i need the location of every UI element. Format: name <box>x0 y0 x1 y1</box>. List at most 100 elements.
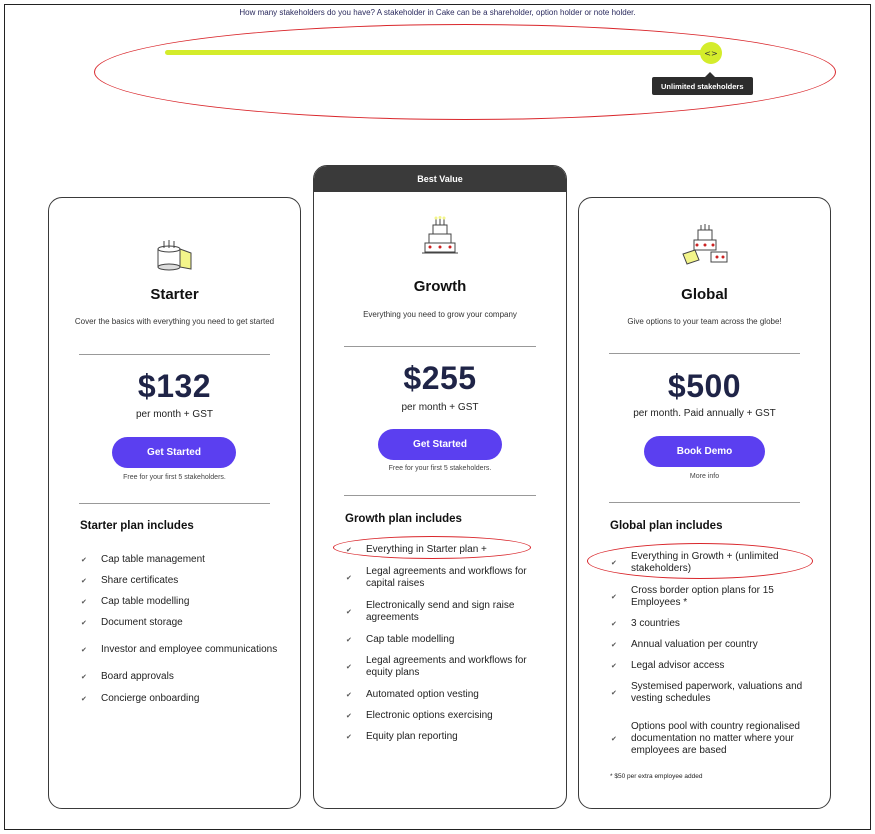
includes-title: Global plan includes <box>610 520 723 532</box>
check-icon: ✔ <box>81 694 87 703</box>
check-icon: ✔ <box>346 663 352 671</box>
feature-text: Investor and employee communications <box>101 643 278 655</box>
list-item: ✔ Legal advisor access <box>611 655 816 676</box>
plan-name: Global <box>681 286 728 303</box>
plan-card-starter: Starter Cover the basics with everything… <box>48 197 301 809</box>
divider <box>79 354 270 355</box>
price-period: per month. Paid annually + GST <box>633 408 776 419</box>
list-item: ✔ Cross border option plans for 15 Employ… <box>611 580 816 613</box>
feature-text: Cap table modelling <box>101 595 190 607</box>
plan-price: $500 <box>667 368 742 404</box>
book-demo-button[interactable]: Book Demo <box>644 436 765 467</box>
plan-card-growth: Best Value Growth Everything you need to… <box>313 165 567 809</box>
check-icon: ✔ <box>611 661 617 670</box>
check-icon: ✔ <box>346 711 352 720</box>
check-icon: ✔ <box>611 559 617 567</box>
feature-text: Electronic options exercising <box>366 709 493 721</box>
cta-note: Free for your first 5 stakeholders. <box>388 465 492 472</box>
small-cake-icon <box>157 240 192 271</box>
feature-text: Share certificates <box>101 574 179 586</box>
list-item: ✔ Document storage <box>81 612 286 633</box>
check-icon: ✔ <box>611 619 617 628</box>
plan-description: Cover the basics with everything you nee… <box>74 317 275 326</box>
check-icon: ✔ <box>81 576 87 585</box>
list-item: ✔ Investor and employee communications <box>81 633 286 666</box>
feature-text: Systemised paperwork, valuations and ves… <box>631 681 803 704</box>
feature-text: Concierge onboarding <box>101 692 200 704</box>
feature-text: Automated option vesting <box>366 688 479 700</box>
best-value-badge: Best Value <box>314 166 566 192</box>
list-item: ✔ Automated option vesting <box>346 684 552 705</box>
list-item: ✔ Cap table modelling <box>346 629 552 650</box>
divider <box>344 346 536 347</box>
feature-text: Document storage <box>101 616 183 628</box>
price-period: per month + GST <box>136 409 213 420</box>
list-item: ✔ Concierge onboarding <box>81 688 286 709</box>
cta-note: Free for your first 5 stakeholders. <box>123 474 226 481</box>
check-icon: ✔ <box>346 574 352 582</box>
list-item: ✔ Legal agreements and workflows for capi… <box>346 561 552 595</box>
plan-description: Give options to your team across the glo… <box>627 317 782 326</box>
feature-list: ✔ Everything in Growth + (unlimited stake… <box>611 546 816 768</box>
feature-text: Legal agreements and workflows for equit… <box>366 655 527 678</box>
feature-text: Equity plan reporting <box>366 730 458 742</box>
plan-card-global: Global Give options to your team across … <box>578 197 831 809</box>
feature-text: Everything in Starter plan + <box>366 544 487 555</box>
plan-name: Starter <box>150 286 199 303</box>
feature-text: Options pool with country regionalised d… <box>631 721 800 756</box>
check-icon: ✔ <box>81 555 87 564</box>
includes-title: Growth plan includes <box>345 513 462 525</box>
list-item: ✔ 3 countries <box>611 613 816 634</box>
feature-text: Electronically send and sign raise agree… <box>366 600 515 623</box>
list-item: ✔ Electronically send and sign raise agre… <box>346 595 552 629</box>
footnote: * $50 per extra employee added <box>610 773 703 780</box>
feature-text: Legal advisor access <box>631 659 725 671</box>
slider-value-tooltip: Unlimited stakeholders <box>652 72 753 95</box>
plan-description: Everything you need to grow your company <box>363 310 517 319</box>
divider <box>609 353 800 354</box>
check-icon: ✔ <box>81 673 87 681</box>
check-icon: ✔ <box>611 640 617 649</box>
check-icon: ✔ <box>81 597 87 606</box>
list-item: ✔ Everything in Starter plan + <box>346 539 552 561</box>
list-item: ✔ Cap table modelling <box>81 591 286 612</box>
check-icon: ✔ <box>346 546 352 554</box>
feature-text: Everything in Growth + (unlimited stakeh… <box>631 551 779 574</box>
price-period: per month + GST <box>401 402 479 413</box>
tiered-cake-icon <box>422 216 458 254</box>
list-item: ✔ Equity plan reporting <box>346 726 552 747</box>
feature-list: ✔ Everything in Starter plan + ✔ Legal agr… <box>346 539 552 747</box>
list-item: ✔ Legal agreements and workflows for equi… <box>346 650 552 684</box>
divider <box>344 495 536 496</box>
stakeholder-question: How many stakeholders do you have? A sta… <box>239 8 636 17</box>
list-item: ✔ Options pool with country regionalised … <box>611 710 816 768</box>
list-item: ✔ Share certificates <box>81 570 286 591</box>
plan-name: Growth <box>413 278 467 295</box>
includes-title: Starter plan includes <box>80 520 194 532</box>
multiple-cakes-icon <box>682 224 728 265</box>
check-icon: ✔ <box>611 689 617 697</box>
list-item: ✔ Electronic options exercising <box>346 705 552 726</box>
feature-text: Board approvals <box>101 671 174 682</box>
list-item: ✔ Annual valuation per country <box>611 634 816 655</box>
feature-text: Cross border option plans for 15 Employe… <box>631 584 774 608</box>
feature-list: ✔ Cap table management ✔ Share certificate… <box>81 549 286 709</box>
list-item: ✔ Cap table management <box>81 549 286 570</box>
get-started-button[interactable]: Get Started <box>112 437 236 468</box>
feature-text: 3 countries <box>631 617 680 629</box>
stakeholder-slider-track[interactable] <box>165 50 715 55</box>
more-info-link[interactable]: More info <box>579 473 830 480</box>
get-started-button[interactable]: Get Started <box>378 429 502 460</box>
list-item: ✔ Systemised paperwork, valuations and ve… <box>611 676 816 710</box>
feature-text: Cap table management <box>101 553 205 565</box>
check-icon: ✔ <box>81 645 87 654</box>
divider <box>609 502 800 503</box>
check-icon: ✔ <box>81 618 87 627</box>
check-icon: ✔ <box>346 690 352 699</box>
check-icon: ✔ <box>346 608 352 616</box>
feature-text: Legal agreements and workflows for capit… <box>366 566 527 589</box>
plan-price: $132 <box>137 368 212 404</box>
list-item: ✔ Board approvals <box>81 666 286 688</box>
check-icon: ✔ <box>346 732 352 741</box>
slider-handle-icon[interactable]: <> <box>700 42 722 64</box>
